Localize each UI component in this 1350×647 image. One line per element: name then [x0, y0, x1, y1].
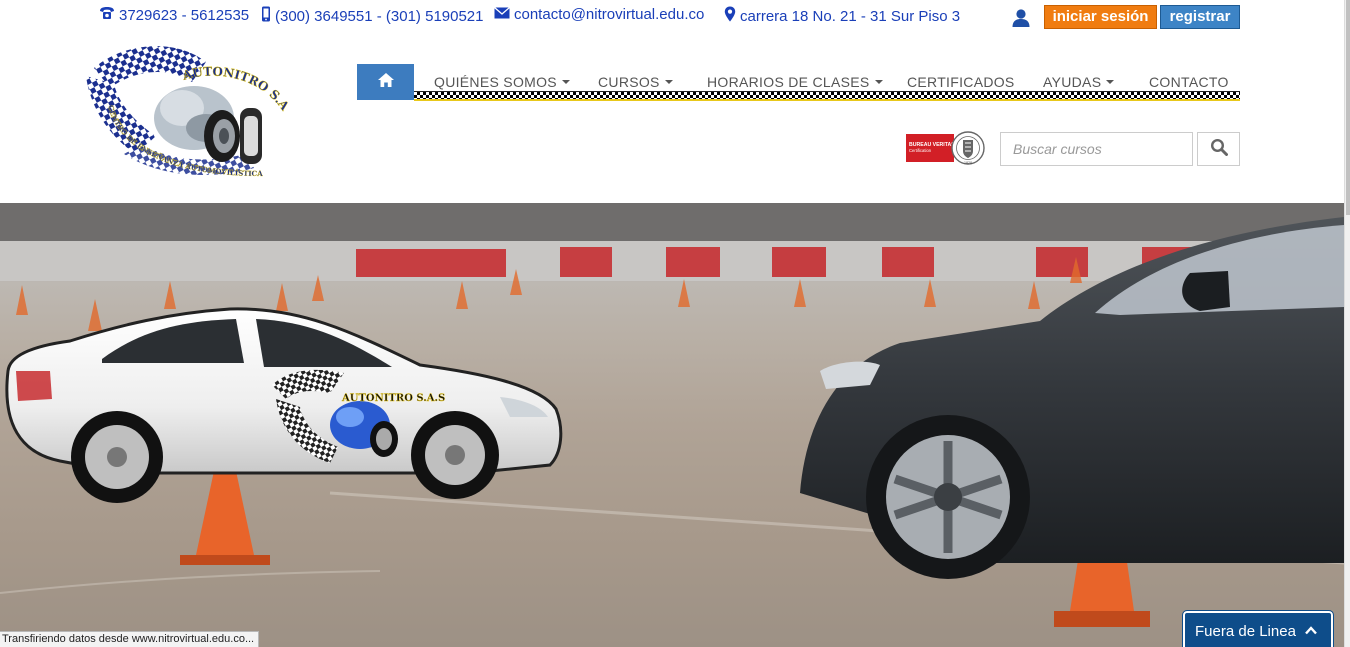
- email-link[interactable]: contacto@nitrovirtual.edu.co: [514, 6, 704, 23]
- register-button[interactable]: registrar: [1160, 5, 1240, 29]
- caret-down-icon: [1106, 80, 1115, 85]
- search-input[interactable]: [1000, 132, 1193, 166]
- scrollbar-thumb[interactable]: [1346, 0, 1350, 215]
- landline-contact: 3729623 - 5612535: [99, 6, 249, 24]
- nav-item-label: CURSOS: [598, 74, 660, 90]
- nav-item-certificados[interactable]: CERTIFICADOS: [907, 74, 1015, 90]
- nav-item-quienes-somos[interactable]: QUIÉNES SOMOS: [434, 74, 570, 90]
- search-button[interactable]: [1197, 132, 1240, 166]
- mobile-numbers[interactable]: (300) 3649551 - (301) 5190521: [275, 8, 484, 25]
- hero-banner: AUTONITRO S.A.S: [0, 203, 1344, 647]
- nav-item-label: AYUDAS: [1043, 74, 1102, 90]
- checkered-nav-underline: [414, 91, 1240, 101]
- traffic-cone: [180, 471, 270, 565]
- caret-down-icon: [874, 80, 883, 85]
- nav-item-contacto[interactable]: CONTACTO: [1149, 74, 1229, 90]
- nav-items: QUIÉNES SOMOS CURSOS HORARIOS DE CLASES …: [414, 64, 1240, 92]
- user-icon[interactable]: [1011, 8, 1031, 28]
- nav-item-label: CERTIFICADOS: [907, 74, 1015, 90]
- caret-down-icon: [561, 80, 570, 85]
- white-car: AUTONITRO S.A.S: [5, 307, 563, 503]
- nav-item-label: HORARIOS DE CLASES: [707, 74, 870, 90]
- map-marker-icon: [724, 6, 736, 26]
- address-text[interactable]: carrera 18 No. 21 - 31 Sur Piso 3: [740, 8, 960, 25]
- nav-item-label: QUIÉNES SOMOS: [434, 74, 557, 90]
- phone-icon: [99, 6, 115, 24]
- browser-status-bar: Transfiriendo datos desde www.nitrovirtu…: [0, 631, 260, 647]
- car-logo-text: AUTONITRO S.A.S: [341, 393, 445, 404]
- nav-home-button[interactable]: [357, 64, 414, 100]
- home-icon: [377, 72, 395, 93]
- cert-year: 1828: [964, 161, 972, 165]
- hero-image: AUTONITRO S.A.S: [0, 203, 1344, 627]
- nav-item-horarios[interactable]: HORARIOS DE CLASES: [707, 74, 883, 90]
- mobile-contact: (300) 3649551 - (301) 5190521: [261, 6, 484, 26]
- bureau-veritas-badge: BUREAU VERITAS Certification 1828: [906, 130, 992, 166]
- top-contact-bar: 3729623 - 5612535 (300) 3649551 - (301) …: [0, 0, 1344, 34]
- live-chat-widget[interactable]: Fuera de Linea: [1182, 610, 1334, 647]
- nav-item-ayudas[interactable]: AYUDAS: [1043, 74, 1115, 90]
- nav-item-label: CONTACTO: [1149, 74, 1229, 90]
- main-navigation: QUIÉNES SOMOS CURSOS HORARIOS DE CLASES …: [357, 64, 1240, 101]
- address-contact: carrera 18 No. 21 - 31 Sur Piso 3: [724, 6, 960, 26]
- caret-down-icon: [664, 80, 673, 85]
- envelope-icon: [494, 6, 510, 23]
- chevron-up-icon[interactable]: [1305, 623, 1317, 638]
- nav-item-cursos[interactable]: CURSOS: [598, 74, 673, 90]
- email-contact: contacto@nitrovirtual.edu.co: [494, 6, 704, 23]
- search-icon: [1210, 138, 1228, 161]
- chat-status-label: Fuera de Linea: [1195, 623, 1296, 640]
- login-button[interactable]: iniciar sesión: [1044, 5, 1157, 29]
- landline-numbers[interactable]: 3729623 - 5612535: [119, 7, 249, 24]
- site-logo[interactable]: AUTONITRO S.A.S. CENTRO DE ENSEÑANZA AUT…: [80, 25, 293, 184]
- page-scrollbar[interactable]: [1344, 0, 1350, 647]
- cert-sub: Certification: [909, 148, 932, 153]
- mobile-phone-icon: [261, 6, 271, 26]
